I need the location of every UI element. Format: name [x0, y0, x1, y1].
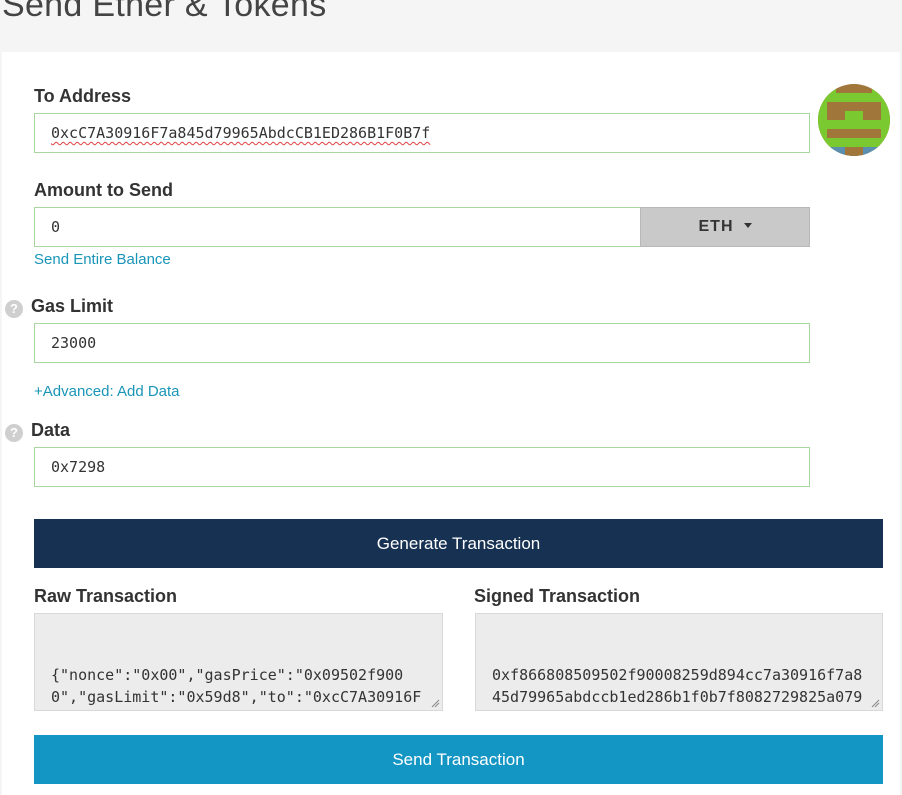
to-address-label: To Address — [34, 86, 132, 106]
data-input[interactable]: 0x7298 — [34, 447, 810, 487]
data-label: Data — [31, 420, 71, 440]
to-address-value: 0xcC7A30916F7a845d79965AbdcCB1ED286B1F0B… — [51, 124, 431, 142]
send-entire-balance-link[interactable]: Send Entire Balance — [34, 251, 171, 268]
raw-transaction-label: Raw Transaction — [34, 586, 178, 606]
resize-grip-icon[interactable] — [430, 698, 440, 708]
raw-transaction-value: {"nonce":"0x00","gasPrice":"0x09502f9000… — [51, 666, 422, 706]
signed-transaction-textarea[interactable]: 0xf866808509502f90008259d894cc7a30916f7a… — [475, 613, 883, 711]
address-identicon — [818, 84, 890, 156]
signed-transaction-label: Signed Transaction — [474, 586, 641, 606]
data-help-icon[interactable]: ? — [5, 424, 23, 442]
signed-transaction-value: 0xf866808509502f90008259d894cc7a30916f7a… — [492, 666, 863, 706]
currency-dropdown[interactable]: ETH — [640, 207, 810, 247]
gas-limit-help-icon[interactable]: ? — [5, 300, 23, 318]
generate-transaction-button[interactable]: Generate Transaction — [34, 519, 883, 568]
gas-limit-input[interactable]: 23000 — [34, 323, 810, 363]
advanced-add-data-link[interactable]: +Advanced: Add Data — [34, 383, 180, 400]
amount-label: Amount to Send — [34, 180, 173, 200]
currency-label: ETH — [698, 218, 734, 235]
caret-down-icon — [743, 223, 752, 229]
to-address-input[interactable]: 0xcC7A30916F7a845d79965AbdcCB1ED286B1F0B… — [34, 113, 810, 153]
send-transaction-button[interactable]: Send Transaction — [34, 735, 883, 784]
amount-input[interactable]: 0 — [34, 207, 641, 247]
resize-grip-icon[interactable] — [870, 698, 880, 708]
page-title: Send Ether & Tokens — [2, 0, 327, 24]
raw-transaction-textarea[interactable]: {"nonce":"0x00","gasPrice":"0x09502f9000… — [34, 613, 443, 711]
gas-limit-label: Gas Limit — [31, 296, 114, 316]
